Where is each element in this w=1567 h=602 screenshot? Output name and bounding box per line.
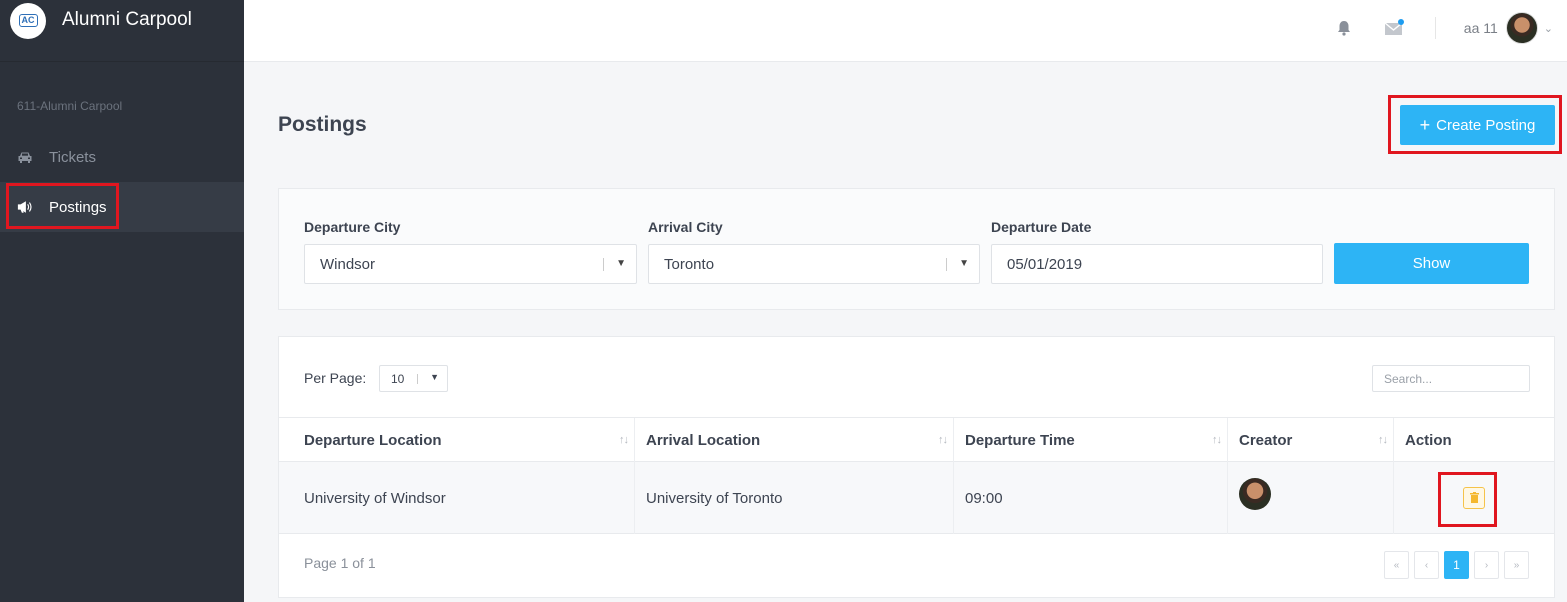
column-label: Departure Location (304, 431, 442, 449)
table-row[interactable]: University of Windsor University of Toro… (279, 462, 1554, 534)
car-icon (17, 150, 33, 164)
departure-city-label: Departure City (304, 219, 401, 235)
arrival-city-select[interactable]: Toronto ▼ (648, 244, 980, 284)
column-arrival-location[interactable]: Arrival Location ↑↓ (635, 418, 954, 462)
per-page-value: 10 (391, 371, 405, 386)
page-1-button[interactable]: 1 (1444, 551, 1469, 579)
next-page-button[interactable]: › (1474, 551, 1499, 579)
caret-down-icon: ▼ (616, 258, 626, 269)
app-name: Alumni Carpool (62, 8, 192, 30)
mail-icon[interactable] (1383, 17, 1405, 39)
arrival-city-label: Arrival City (648, 219, 723, 235)
sort-icon[interactable]: ↑↓ (1378, 434, 1388, 446)
plus-icon: + (1419, 115, 1431, 135)
column-label: Arrival Location (646, 431, 761, 449)
select-divider (946, 258, 947, 271)
departure-date-value: 05/01/2019 (1007, 255, 1083, 273)
search-input[interactable] (1372, 365, 1530, 392)
user-name[interactable]: aa 11 (1464, 20, 1498, 36)
column-label: Action (1405, 431, 1452, 449)
pagination: « ‹ 1 › » (1384, 551, 1529, 579)
arrival-city-value: Toronto (664, 255, 715, 273)
sort-icon[interactable]: ↑↓ (619, 434, 629, 446)
sidebar-item-tickets[interactable]: Tickets (0, 132, 244, 182)
trash-icon (1469, 490, 1479, 507)
last-page-button[interactable]: » (1504, 551, 1529, 579)
filter-panel: Departure City Windsor ▼ Arrival City To… (278, 188, 1555, 310)
bell-icon[interactable] (1333, 17, 1355, 39)
chevron-down-icon[interactable]: ⌄ (1544, 22, 1553, 35)
departure-date-label: Departure Date (991, 219, 1092, 235)
cell-time: 09:00 (954, 462, 1228, 534)
cell-departure: University of Windsor (279, 462, 635, 534)
select-divider (417, 374, 418, 384)
sidebar-item-label: Tickets (49, 148, 96, 166)
megaphone-icon (17, 200, 33, 214)
sort-icon[interactable]: ↑↓ (938, 434, 948, 446)
page-info: Page 1 of 1 (304, 555, 376, 571)
topbar-divider (1434, 17, 1436, 39)
sort-icon[interactable]: ↑↓ (1212, 434, 1222, 446)
column-label: Creator (1239, 431, 1293, 449)
app-logo: AC (10, 2, 46, 39)
column-action: Action (1394, 418, 1554, 462)
per-page-select[interactable]: 10 ▼ (379, 365, 448, 392)
page-title: Postings (278, 113, 367, 136)
sidebar-item-postings[interactable]: Postings (0, 182, 244, 232)
select-divider (603, 258, 604, 271)
departure-city-value: Windsor (320, 255, 376, 273)
sidebar-item-label: Postings (49, 198, 107, 216)
user-avatar[interactable] (1505, 12, 1538, 44)
column-creator[interactable]: Creator ↑↓ (1228, 418, 1394, 462)
caret-down-icon: ▼ (959, 258, 969, 269)
departure-city-select[interactable]: Windsor ▼ (304, 244, 637, 284)
cell-creator (1228, 462, 1394, 534)
show-button[interactable]: Show (1334, 243, 1529, 284)
delete-button[interactable] (1463, 487, 1485, 509)
departure-date-input[interactable]: 05/01/2019 (991, 244, 1323, 284)
first-page-button[interactable]: « (1384, 551, 1409, 579)
topbar: aa 11 ⌄ (244, 0, 1567, 62)
column-label: Departure Time (965, 431, 1075, 449)
create-posting-label: Create Posting (1436, 116, 1536, 134)
caret-down-icon: ▼ (430, 372, 439, 382)
table-header: Departure Location ↑↓ Arrival Location ↑… (279, 417, 1554, 462)
prev-page-button[interactable]: ‹ (1414, 551, 1439, 579)
column-departure-location[interactable]: Departure Location ↑↓ (279, 418, 635, 462)
sidebar: AC Alumni Carpool 611-Alumni Carpool Tic… (0, 0, 244, 602)
postings-table-panel: Per Page: 10 ▼ Departure Location ↑↓ Arr… (278, 336, 1555, 598)
cell-action (1394, 462, 1554, 534)
brand[interactable]: AC Alumni Carpool (0, 0, 244, 62)
cell-arrival: University of Toronto (635, 462, 954, 534)
notification-dot (1397, 19, 1404, 25)
per-page-label: Per Page: (304, 370, 367, 386)
column-departure-time[interactable]: Departure Time ↑↓ (954, 418, 1228, 462)
creator-avatar[interactable] (1239, 478, 1271, 510)
logo-text: AC (18, 14, 38, 27)
create-posting-button[interactable]: + Create Posting (1400, 105, 1555, 145)
